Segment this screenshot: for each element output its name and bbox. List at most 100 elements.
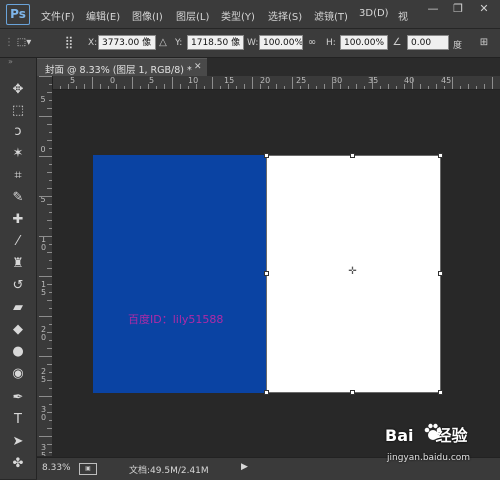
- baidu-watermark: Bai 经验 jingyan.baidu.com: [385, 422, 497, 474]
- ruler-tick: [39, 436, 52, 437]
- clone-stamp-icon[interactable]: ♜: [6, 254, 30, 274]
- tools-panel: » ✥ ⬚ ↄ ✶ ⌗ ✎ ✚ ⁄ ♜ ↺ ▰ ◆ ● ◉ ✒ T ➤ ✤: [0, 58, 37, 479]
- menu-file[interactable]: 文件(F): [41, 8, 75, 23]
- ruler-top[interactable]: 5 0 5 10 15 20 25 30 35 40 45: [52, 76, 500, 90]
- ruler-tick: [124, 86, 125, 89]
- transform-handle[interactable]: [264, 271, 269, 276]
- type-tool-icon[interactable]: T: [6, 410, 30, 430]
- pen-tool-icon[interactable]: ✒: [6, 388, 30, 408]
- ruler-left[interactable]: 5 0 5 1 0 1 5 2 0 2 5 3 0 3 5: [37, 76, 53, 456]
- ruler-tick: [356, 84, 357, 89]
- ruler-tick: [164, 84, 165, 89]
- ruler-tick: [228, 84, 229, 89]
- angle-input[interactable]: 0.00: [407, 35, 449, 50]
- ruler-label: 5: [70, 76, 76, 85]
- marquee-tool-icon[interactable]: ⬚: [6, 101, 30, 121]
- move-tool-icon[interactable]: ✥: [6, 80, 30, 100]
- ruler-tick: [404, 84, 405, 89]
- grip-icon: ⋮: [4, 37, 14, 48]
- ruler-tick: [468, 84, 469, 89]
- crop-tool-icon[interactable]: ⌗: [6, 166, 30, 186]
- ruler-tick: [436, 84, 437, 89]
- ruler-tick: [316, 86, 317, 89]
- ruler-tick: [39, 156, 52, 157]
- ruler-label: 0: [40, 145, 46, 154]
- ruler-label: 15: [224, 76, 235, 85]
- eyedropper-icon[interactable]: ✎: [6, 188, 30, 208]
- ruler-tick: [492, 77, 493, 89]
- history-brush-icon[interactable]: ↺: [6, 276, 30, 296]
- angle-icon: ∠: [392, 37, 402, 48]
- menu-filter[interactable]: 滤镜(T): [314, 8, 348, 23]
- ruler-label: 25: [296, 76, 307, 85]
- custom-shape-icon[interactable]: ✤: [6, 454, 30, 474]
- panel-grip-icon[interactable]: »: [8, 58, 28, 66]
- app-logo: Ps: [6, 4, 30, 25]
- close-tab-icon[interactable]: ✕: [194, 62, 202, 72]
- ruler-tick: [268, 86, 269, 89]
- lasso-tool-icon[interactable]: ↄ: [6, 122, 30, 142]
- document-tab-title: 封面 @ 8.33% (图层 1, RGB/8) *: [45, 65, 192, 76]
- ruler-tick: [444, 86, 445, 89]
- eraser-icon[interactable]: ▰: [6, 298, 30, 318]
- transform-handle[interactable]: [438, 271, 443, 276]
- ruler-label: 35: [368, 76, 379, 85]
- restore-icon[interactable]: ❐: [451, 2, 465, 16]
- blur-tool-icon[interactable]: ●: [6, 342, 30, 362]
- ruler-label: 2 0: [40, 325, 47, 342]
- dodge-tool-icon[interactable]: ◉: [6, 364, 30, 384]
- ruler-tick: [39, 356, 52, 357]
- status-menu-arrow-icon[interactable]: ▶: [241, 462, 248, 472]
- document-tab[interactable]: 封面 @ 8.33% (图层 1, RGB/8) * ✕: [37, 58, 207, 77]
- warp-mode-icon[interactable]: ⊞: [475, 36, 493, 50]
- transform-handle[interactable]: [438, 390, 443, 395]
- path-select-icon[interactable]: ➤: [6, 432, 30, 452]
- ruler-tick: [76, 86, 77, 89]
- transform-handle[interactable]: [350, 153, 355, 158]
- transform-tool-icon[interactable]: ⬚▾: [14, 36, 34, 50]
- baidu-url: jingyan.baidu.com: [387, 453, 471, 463]
- magic-wand-icon[interactable]: ✶: [6, 144, 30, 164]
- y-input[interactable]: 1718.50 像: [187, 35, 244, 50]
- menu-layer[interactable]: 图层(L): [176, 8, 209, 23]
- menu-type[interactable]: 类型(Y): [221, 8, 255, 23]
- height-input[interactable]: 100.00%: [340, 35, 388, 50]
- menu-view[interactable]: 视: [398, 8, 408, 23]
- relative-position-icon[interactable]: △: [157, 36, 169, 50]
- ruler-tick: [156, 86, 157, 89]
- canvas-area[interactable]: 百度ID：lily51588 ✛: [52, 90, 500, 456]
- ruler-tick: [116, 84, 117, 89]
- menu-edit[interactable]: 编辑(E): [86, 8, 120, 23]
- ruler-tick: [428, 86, 429, 89]
- menu-3d[interactable]: 3D(D): [359, 8, 389, 19]
- ruler-label: 20: [260, 76, 271, 85]
- ruler-tick: [148, 84, 149, 89]
- ruler-label: 3 0: [40, 405, 47, 422]
- reference-point-icon[interactable]: ✛: [348, 267, 357, 277]
- transform-handle[interactable]: [438, 153, 443, 158]
- x-label: X:: [88, 38, 98, 48]
- minimize-icon[interactable]: —: [426, 2, 440, 16]
- menu-select[interactable]: 选择(S): [268, 8, 302, 23]
- blue-panel[interactable]: [93, 155, 267, 393]
- transform-handle[interactable]: [264, 153, 269, 158]
- link-icon[interactable]: ∞: [305, 36, 319, 50]
- paint-bucket-icon[interactable]: ◆: [6, 320, 30, 340]
- ruler-tick: [39, 316, 52, 317]
- transform-handle[interactable]: [264, 390, 269, 395]
- ruler-tick: [260, 84, 261, 89]
- x-input[interactable]: 3773.00 像: [98, 35, 156, 50]
- ruler-tick: [332, 77, 333, 89]
- zoom-level[interactable]: 8.33%: [42, 463, 71, 473]
- reference-point-icon[interactable]: ⣿: [61, 35, 77, 51]
- proof-icon[interactable]: ▣: [79, 463, 97, 475]
- width-input[interactable]: 100.00%: [259, 35, 303, 50]
- close-icon[interactable]: ✕: [477, 2, 491, 16]
- brush-tool-icon[interactable]: ⁄: [6, 232, 30, 252]
- ruler-tick: [396, 86, 397, 89]
- ruler-tick: [340, 84, 341, 89]
- transform-handle[interactable]: [350, 390, 355, 395]
- menu-image[interactable]: 图像(I): [132, 8, 163, 23]
- healing-brush-icon[interactable]: ✚: [6, 210, 30, 230]
- ruler-tick: [39, 196, 52, 197]
